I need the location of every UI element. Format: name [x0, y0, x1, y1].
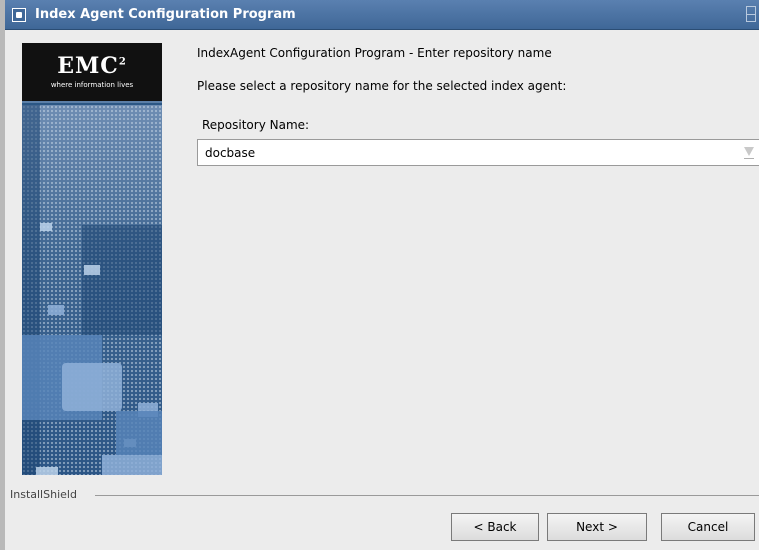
installer-window: Index Agent Configuration Program EMC2 w…	[0, 0, 759, 550]
footer-divider	[95, 495, 759, 496]
repository-name-dropdown[interactable]: docbase	[197, 139, 759, 166]
window-title: Index Agent Configuration Program	[35, 7, 296, 22]
maximize-icon[interactable]	[746, 6, 756, 22]
cancel-button[interactable]: Cancel	[661, 513, 755, 541]
repository-name-label: Repository Name:	[202, 118, 310, 132]
back-button[interactable]: < Back	[451, 513, 539, 541]
branding-panel: EMC2 where information lives	[22, 43, 162, 475]
dropdown-arrow-icon[interactable]	[741, 144, 757, 162]
logo-brand: EMC	[57, 53, 119, 79]
logo-superscript: 2	[118, 56, 127, 68]
logo-tagline: where information lives	[50, 81, 134, 89]
window-menu-icon[interactable]	[12, 8, 26, 22]
instruction-text: Please select a repository name for the …	[197, 79, 567, 93]
title-bar[interactable]: Index Agent Configuration Program	[5, 0, 759, 30]
installshield-label: InstallShield	[10, 488, 77, 501]
next-button[interactable]: Next >	[547, 513, 647, 541]
decorative-world-map-image	[22, 105, 162, 475]
repository-name-value: docbase	[205, 146, 256, 160]
page-heading: IndexAgent Configuration Program - Enter…	[197, 46, 552, 60]
emc-logo: EMC2 where information lives	[22, 43, 162, 103]
